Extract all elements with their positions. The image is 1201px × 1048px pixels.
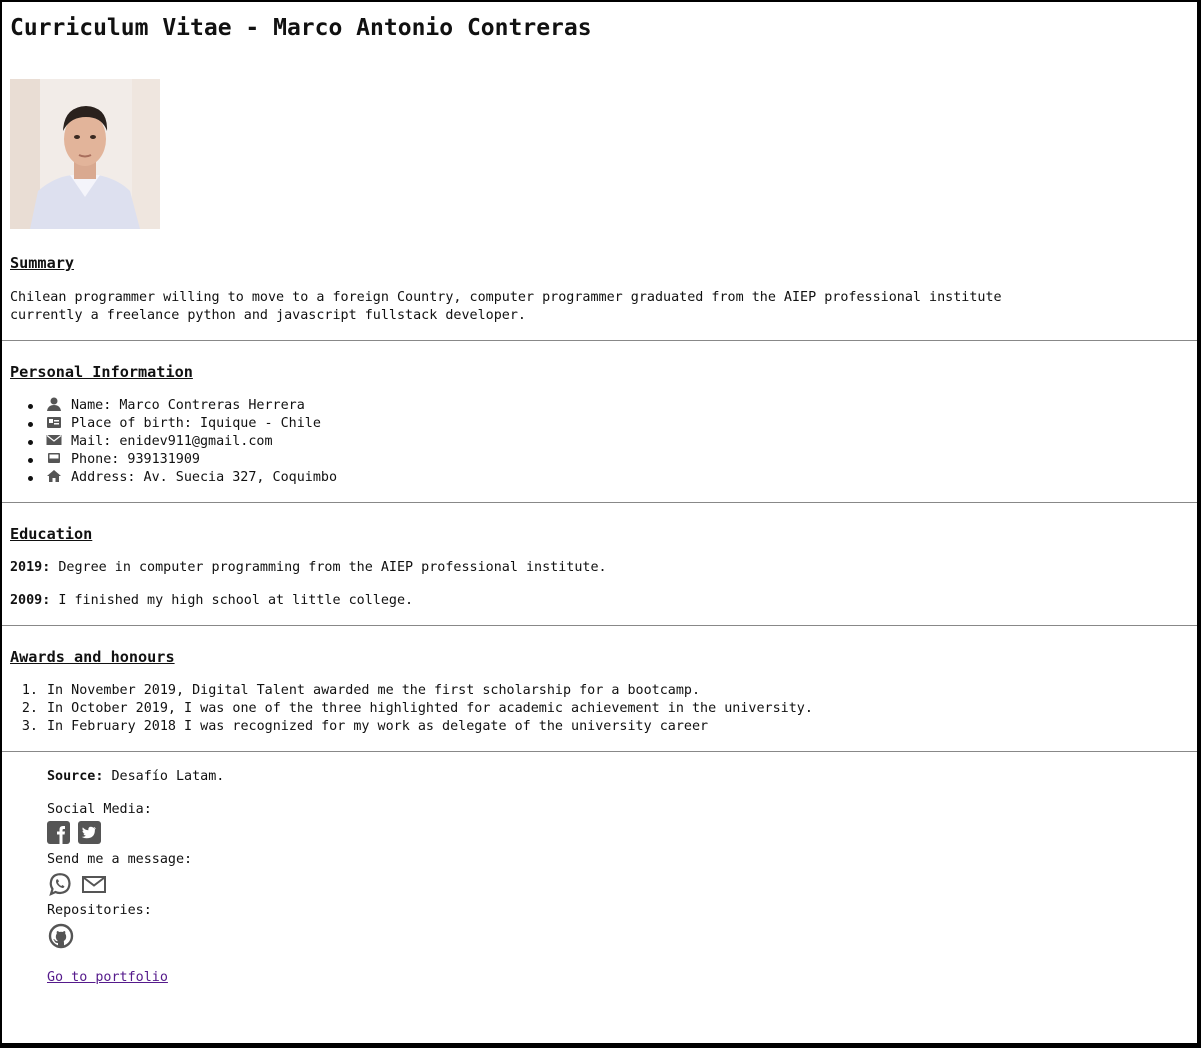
education-entry: 2009: I finished my high school at littl… [10,592,413,610]
info-mail: Mail: enidev911@gmail.com [71,434,273,449]
social-media-label: Social Media: [47,802,152,817]
page-frame: Curriculum Vitae - Marco Antonio Contrer… [2,2,1197,1043]
list-item: 3. In February 2018 I was recognized for … [10,718,813,736]
info-phone: Phone: 939131909 [71,452,200,467]
social-icons [47,821,109,844]
message-icons [47,871,115,897]
id-card-icon [46,415,62,429]
source-line: Source: Desafío Latam. [47,768,224,786]
profile-photo [10,79,160,229]
page-title: Curriculum Vitae - Marco Antonio Contrer… [10,15,592,41]
education-heading: Education [10,525,93,543]
facebook-icon[interactable] [47,821,70,844]
list-number: 3. [21,719,38,734]
info-birthplace: Place of birth: Iquique - Chile [71,416,321,431]
portfolio-link[interactable]: Go to portfolio [47,969,168,987]
source-text: Desafío Latam. [103,769,225,784]
phone-icon [46,451,62,465]
list-number: 2. [21,701,38,716]
education-text: I finished my high school at little coll… [50,593,414,608]
education-year: 2009: [10,593,51,608]
info-address: Address: Av. Suecia 327, Coquimbo [71,470,338,485]
repositories-label: Repositories: [47,903,152,918]
awards-list: 1. In November 2019, Digital Talent award… [10,682,813,736]
list-item: Phone: 939131909 [10,451,337,469]
award-text: In February 2018 I was recognized for my… [47,719,709,734]
mail-icon[interactable] [81,871,107,897]
send-message-label: Send me a message: [47,852,193,867]
personal-info-heading: Personal Information [10,363,193,381]
award-text: In November 2019, Digital Talent awarded… [47,683,701,698]
education-entry: 2019: Degree in computer programming fro… [10,559,607,577]
list-item: Address: Av. Suecia 327, Coquimbo [10,469,337,487]
envelope-icon [46,433,62,447]
whatsapp-icon[interactable] [47,871,73,897]
source-label: Source: [47,769,104,784]
github-icon[interactable] [47,922,75,950]
divider [2,340,1197,341]
divider [2,751,1197,752]
education-text: Degree in computer programming from the … [50,560,607,575]
summary-heading: Summary [10,254,75,272]
list-item: Place of birth: Iquique - Chile [10,415,337,433]
education-year: 2019: [10,560,51,575]
summary-line-2: currently a freelance python and javascr… [10,308,526,323]
list-item: 1. In November 2019, Digital Talent award… [10,682,813,700]
list-item: 2. In October 2019, I was one of the thre… [10,700,813,718]
award-text: In October 2019, I was one of the three … [47,701,813,716]
awards-heading: Awards and honours [10,648,175,666]
personal-info-list: Name: Marco Contreras Herrera Place of b… [10,397,337,487]
list-item: Name: Marco Contreras Herrera [10,397,337,415]
user-icon [46,397,62,411]
list-item: Mail: enidev911@gmail.com [10,433,337,451]
divider [2,625,1197,626]
summary-line-1: Chilean programmer willing to move to a … [10,290,1002,305]
divider [2,502,1197,503]
twitter-icon[interactable] [78,821,101,844]
home-icon [46,469,62,483]
info-name: Name: Marco Contreras Herrera [71,398,305,413]
list-number: 1. [21,683,38,698]
repository-icons [47,922,83,950]
